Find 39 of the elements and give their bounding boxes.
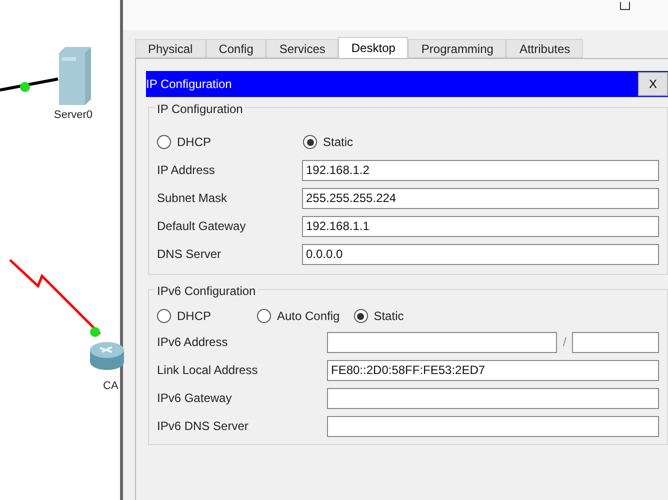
tab[interactable]: Physical bbox=[135, 39, 206, 58]
tab[interactable]: Desktop bbox=[338, 37, 408, 58]
input-field[interactable]: 192.168.1.2 bbox=[302, 160, 659, 180]
input-field[interactable] bbox=[572, 332, 659, 352]
radio-button[interactable] bbox=[303, 135, 317, 149]
tab[interactable]: Attributes bbox=[506, 39, 584, 58]
radio-button[interactable] bbox=[157, 309, 171, 323]
radio-option[interactable]: Static bbox=[354, 307, 404, 325]
field-label: IPv6 Gateway bbox=[157, 390, 233, 407]
radio-button[interactable] bbox=[157, 135, 171, 149]
device-label: CA bbox=[103, 379, 118, 394]
input-field[interactable]: 0.0.0.0 bbox=[302, 244, 659, 264]
input-field[interactable]: 255.255.255.224 bbox=[302, 188, 659, 208]
input-field[interactable] bbox=[327, 416, 659, 436]
field-label: IPv6 Address bbox=[157, 334, 229, 351]
tab[interactable]: Services bbox=[266, 39, 338, 58]
router-icon[interactable] bbox=[90, 340, 124, 372]
radio-option[interactable]: Static bbox=[303, 133, 449, 151]
radio-button[interactable] bbox=[257, 309, 271, 323]
device-label: Server0 bbox=[54, 108, 93, 123]
input-field[interactable]: FE80::2D0:58FF:FE53:2ED7 bbox=[327, 360, 659, 380]
field-label: Subnet Mask bbox=[157, 190, 228, 207]
field-label: DNS Server bbox=[157, 246, 222, 263]
input-field[interactable] bbox=[327, 388, 659, 408]
tab[interactable]: Config bbox=[206, 39, 266, 58]
field-label: IPv6 DNS Server bbox=[157, 418, 250, 435]
input-field[interactable]: 192.168.1.1 bbox=[302, 216, 659, 236]
close-button[interactable]: X bbox=[638, 72, 668, 96]
tab[interactable]: Programming bbox=[408, 39, 506, 58]
field-label: Default Gateway bbox=[157, 218, 247, 235]
radio-button[interactable] bbox=[354, 309, 368, 323]
field-label: Link Local Address bbox=[157, 362, 259, 379]
radio-option[interactable]: DHCP bbox=[157, 307, 243, 325]
radio-option[interactable]: Auto Config bbox=[257, 307, 340, 325]
separator-text: / bbox=[563, 334, 566, 351]
field-label: IP Address bbox=[157, 162, 216, 179]
radio-option[interactable]: DHCP bbox=[157, 133, 303, 151]
input-field[interactable] bbox=[327, 332, 557, 352]
panel-title: IP Configuration bbox=[146, 76, 232, 93]
